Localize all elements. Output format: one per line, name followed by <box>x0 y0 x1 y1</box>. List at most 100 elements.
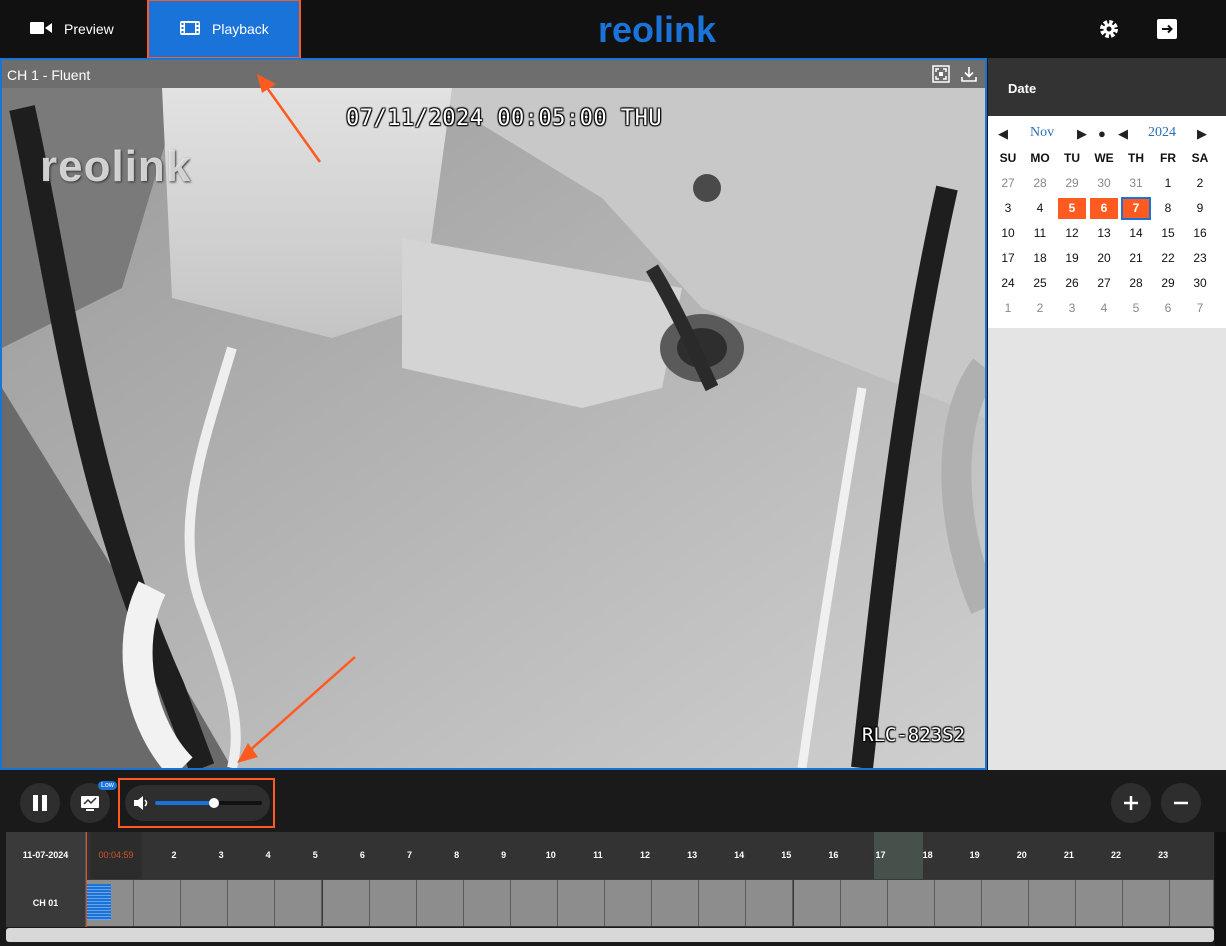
today-dot-icon[interactable]: ● <box>1098 126 1106 141</box>
calendar-week-row: 17 18 19 20 21 22 23 <box>992 246 1216 271</box>
timeline-scrollbar[interactable] <box>6 928 1214 942</box>
calendar-day[interactable]: 8 <box>1152 198 1184 219</box>
calendar-day[interactable]: 6 <box>1152 298 1184 319</box>
weekday-label: SA <box>1191 151 1209 165</box>
timeline-hour-cell[interactable] <box>1170 880 1214 926</box>
timeline-hour-cell[interactable] <box>746 880 794 926</box>
calendar-day[interactable]: 2 <box>1184 173 1216 194</box>
calendar-day[interactable]: 1 <box>992 298 1024 319</box>
calendar-day[interactable]: 1 <box>1152 173 1184 194</box>
calendar-day[interactable]: 2 <box>1024 298 1056 319</box>
calendar-day[interactable]: 11 <box>1024 223 1056 244</box>
calendar-day[interactable]: 19 <box>1056 248 1088 269</box>
calendar-day[interactable]: 29 <box>1152 273 1184 294</box>
timeline-channel-row[interactable]: CH 01 <box>6 879 1214 927</box>
calendar-day[interactable]: 12 <box>1056 223 1088 244</box>
timeline-hour-cell[interactable] <box>1123 880 1171 926</box>
calendar-day[interactable]: 27 <box>1088 273 1120 294</box>
calendar-day[interactable]: 14 <box>1120 223 1152 244</box>
calendar-month[interactable]: Nov <box>1030 125 1054 141</box>
timeline-hour-cell[interactable] <box>1029 880 1077 926</box>
settings-gear-icon[interactable] <box>1097 17 1121 41</box>
next-month-icon[interactable]: ▶ <box>1077 126 1087 142</box>
timeline-hour-cell[interactable] <box>134 880 182 926</box>
volume-slider[interactable] <box>155 798 262 808</box>
recording-segment[interactable] <box>86 884 111 920</box>
calendar-year[interactable]: 2024 <box>1148 125 1176 141</box>
calendar-day[interactable]: 25 <box>1024 273 1056 294</box>
calendar-day[interactable]: 18 <box>1024 248 1056 269</box>
calendar-day[interactable]: 16 <box>1184 223 1216 244</box>
calendar-day[interactable]: 24 <box>992 273 1024 294</box>
timeline-hour-cell[interactable] <box>322 880 370 926</box>
calendar-day[interactable]: 26 <box>1056 273 1088 294</box>
timeline-hour-cell[interactable] <box>416 880 464 926</box>
logout-icon[interactable] <box>1155 17 1179 41</box>
calendar-day[interactable]: 17 <box>992 248 1024 269</box>
tab-playback[interactable]: Playback <box>147 0 301 59</box>
timeline-cursor[interactable] <box>86 832 87 927</box>
timeline-hour-label: 23 <box>1158 850 1169 860</box>
tab-preview[interactable]: Preview <box>30 0 140 58</box>
timeline-hour-cell[interactable] <box>652 880 700 926</box>
timeline-hour-cell[interactable] <box>510 880 558 926</box>
timeline-hour-cell[interactable] <box>369 880 417 926</box>
prev-year-icon[interactable]: ◀ <box>1118 126 1128 142</box>
calendar-day[interactable]: 5 <box>1058 198 1086 219</box>
calendar-day[interactable]: 6 <box>1090 198 1118 219</box>
timeline-hour-cell[interactable] <box>1076 880 1124 926</box>
calendar-day[interactable]: 3 <box>992 198 1024 219</box>
calendar-day[interactable]: 15 <box>1152 223 1184 244</box>
timeline-hour-cell[interactable] <box>605 880 653 926</box>
download-icon[interactable] <box>960 65 978 83</box>
timeline-hour-label: 18 <box>922 850 933 860</box>
timeline-hour-cell[interactable] <box>887 880 935 926</box>
timeline-hour-cell[interactable] <box>558 880 606 926</box>
timeline-hour-label: 21 <box>1063 850 1074 860</box>
timeline-hour-cell[interactable] <box>181 880 229 926</box>
timeline-hour-label: 5 <box>312 850 318 860</box>
video-feed[interactable]: reolink 07/11/2024 00:05:00 THU RLC-823S… <box>2 88 985 768</box>
calendar-day[interactable]: 21 <box>1120 248 1152 269</box>
calendar-day[interactable]: 29 <box>1056 173 1088 194</box>
calendar-day[interactable]: 3 <box>1056 298 1088 319</box>
calendar-day[interactable]: 23 <box>1184 248 1216 269</box>
timeline-hours-row[interactable]: 11-07-2024 00:04:59 2 3 4 5 6 7 8 9 10 11 12 13 14 15… <box>6 832 1214 879</box>
prev-month-icon[interactable]: ◀ <box>998 126 1008 142</box>
calendar-day[interactable]: 13 <box>1088 223 1120 244</box>
calendar-day[interactable]: 4 <box>1024 198 1056 219</box>
calendar-day[interactable]: 20 <box>1088 248 1120 269</box>
tab-preview-label: Preview <box>64 21 114 37</box>
timeline-hour-cell[interactable] <box>275 880 323 926</box>
zoom-out-button[interactable] <box>1161 783 1201 823</box>
fullscreen-icon[interactable] <box>932 65 950 83</box>
calendar-day[interactable]: 22 <box>1152 248 1184 269</box>
calendar-day[interactable]: 30 <box>1184 273 1216 294</box>
timeline-hour-cell[interactable] <box>793 880 841 926</box>
calendar-day[interactable]: 27 <box>992 173 1024 194</box>
calendar-day[interactable]: 30 <box>1088 173 1120 194</box>
calendar-day[interactable]: 9 <box>1184 198 1216 219</box>
pause-button[interactable] <box>20 783 60 823</box>
timeline-hour-cell[interactable] <box>934 880 982 926</box>
timeline-hour-cell[interactable] <box>463 880 511 926</box>
timeline-hour-label: 22 <box>1110 850 1121 860</box>
calendar-day[interactable]: 28 <box>1120 273 1152 294</box>
calendar-day[interactable]: 10 <box>992 223 1024 244</box>
calendar-day[interactable]: 4 <box>1088 298 1120 319</box>
calendar-day[interactable]: 7 <box>1184 298 1216 319</box>
timeline-hour-cell[interactable] <box>840 880 888 926</box>
volume-knob[interactable] <box>208 798 219 808</box>
calendar-day[interactable]: 5 <box>1120 298 1152 319</box>
timeline-hour-label: 17 <box>875 850 886 860</box>
calendar-day[interactable]: 28 <box>1024 173 1056 194</box>
timeline-hour-cell[interactable] <box>699 880 747 926</box>
timeline-vertical-scrollbar[interactable] <box>1215 832 1226 946</box>
calendar-day[interactable]: 7 <box>1121 197 1151 220</box>
speaker-icon[interactable] <box>134 796 150 810</box>
timeline-hour-cell[interactable] <box>981 880 1029 926</box>
next-year-icon[interactable]: ▶ <box>1197 126 1207 142</box>
zoom-in-button[interactable] <box>1111 783 1151 823</box>
timeline-hour-cell[interactable] <box>228 880 276 926</box>
calendar-day[interactable]: 31 <box>1120 173 1152 194</box>
